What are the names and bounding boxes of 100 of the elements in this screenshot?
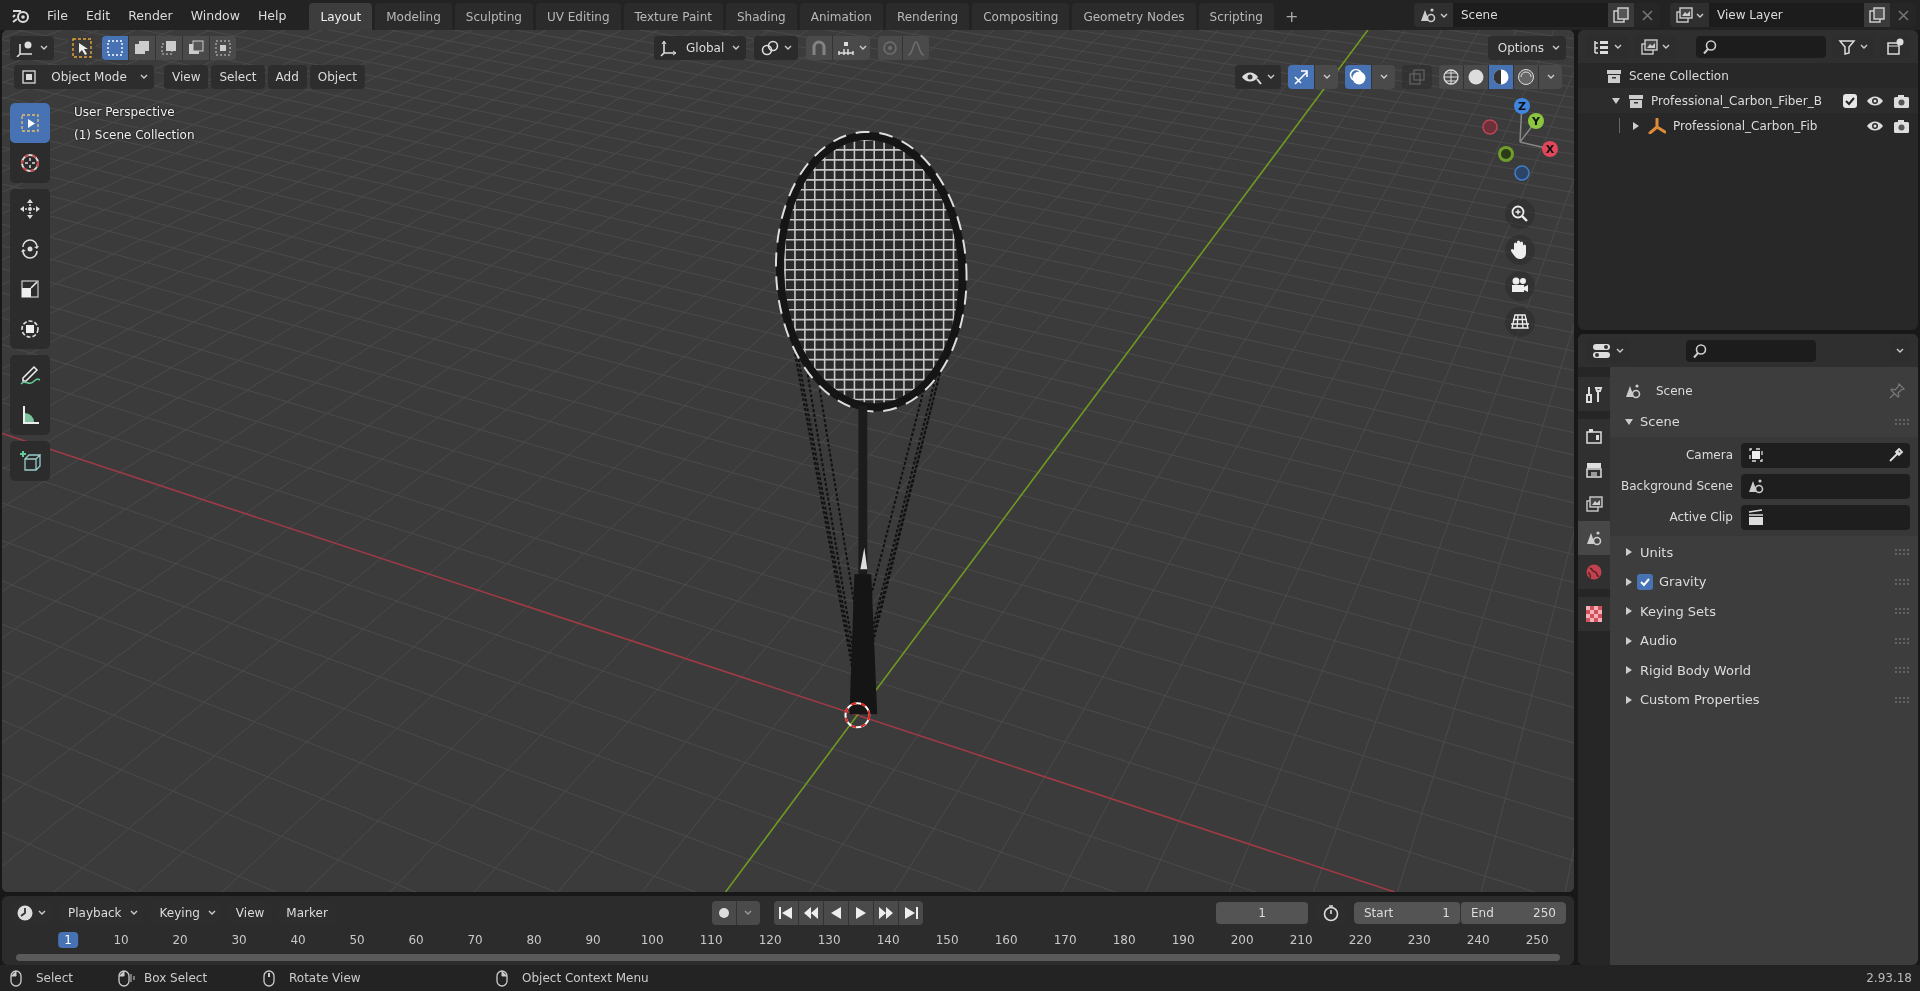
pivot-dropdown[interactable]: [754, 35, 799, 60]
workspace-tab[interactable]: Layout: [309, 3, 373, 30]
workspace-tab[interactable]: UV Editing: [535, 3, 621, 30]
end-frame-field[interactable]: End 250: [1460, 901, 1566, 924]
drag-handle-icon: [1894, 577, 1910, 586]
selection-mode-button[interactable]: [182, 35, 209, 60]
caret-icon: [744, 910, 753, 915]
overlays-toggle[interactable]: [1345, 64, 1371, 89]
panel-header[interactable]: Audio: [1640, 633, 1888, 649]
workspace-tab[interactable]: Geometry Nodes: [1072, 3, 1196, 30]
falloff-dropdown[interactable]: [902, 35, 930, 60]
proportional-edit-toggle[interactable]: [878, 35, 903, 60]
playback-button[interactable]: [822, 900, 848, 925]
xray-toggle[interactable]: [1402, 64, 1432, 89]
tools-icon: [1585, 385, 1603, 403]
scrollbar[interactable]: [16, 954, 1560, 961]
navigation-button[interactable]: [1505, 235, 1535, 265]
properties-tab[interactable]: [1578, 377, 1610, 411]
panel-header[interactable]: Custom Properties: [1640, 692, 1888, 708]
pencil-icon: [19, 364, 41, 386]
selection-mode-button[interactable]: [128, 35, 155, 60]
overlays-dropdown[interactable]: [1371, 64, 1395, 89]
outliner-item[interactable]: Scene Collection: [1629, 68, 1729, 83]
playback-button[interactable]: [773, 900, 798, 925]
wireframe-sphere-icon: [1442, 67, 1460, 86]
clapperboard-icon: [1747, 508, 1765, 526]
drag-handle-icon: [1894, 636, 1910, 645]
duplicate-button[interactable]: [1608, 3, 1634, 27]
selection-mode-button[interactable]: [102, 35, 128, 60]
workspace-tab[interactable]: Scripting: [1198, 3, 1274, 30]
shading-dropdown[interactable]: [1538, 64, 1562, 89]
editor-type-button[interactable]: [10, 35, 54, 60]
panel-header[interactable]: Scene: [1640, 414, 1888, 430]
navigation-button[interactable]: [1505, 271, 1535, 301]
workspace-tab[interactable]: Texture Paint: [623, 3, 723, 30]
add-workspace-button[interactable]: +: [1277, 3, 1307, 30]
menu-item[interactable]: Render: [119, 3, 182, 27]
browse-button[interactable]: [1670, 3, 1709, 27]
selection-mode-button[interactable]: [155, 35, 182, 60]
curve-icon: [906, 38, 927, 57]
record-button[interactable]: [711, 900, 736, 925]
navigation-button[interactable]: [1505, 307, 1535, 337]
exclude-checkbox[interactable]: [1843, 93, 1857, 108]
playback-button[interactable]: [797, 900, 823, 925]
navigation-gizmo[interactable]: X Y Z: [1480, 97, 1560, 187]
workspace-tab[interactable]: Rendering: [885, 3, 970, 30]
property-field[interactable]: [1741, 442, 1910, 468]
panel-header[interactable]: Rigid Body World: [1640, 662, 1888, 678]
workspace-tab[interactable]: Shading: [725, 3, 797, 30]
frame-number: 110: [698, 932, 724, 948]
properties-tab[interactable]: [1578, 521, 1610, 555]
frame-number: 210: [1288, 932, 1314, 948]
workspace-tab[interactable]: Modeling: [375, 3, 452, 30]
search-field[interactable]: [1696, 35, 1826, 58]
properties-tab[interactable]: [1578, 419, 1610, 453]
frame-number: 250: [1524, 932, 1550, 948]
menu-item[interactable]: Window: [181, 3, 249, 27]
start-frame-field[interactable]: Start 1: [1354, 901, 1460, 924]
frame-number: 170: [1052, 932, 1078, 948]
transform-orientation-dropdown[interactable]: Global: [654, 35, 747, 60]
outliner-item[interactable]: Professional_Carbon_Fib: [1673, 118, 1857, 133]
menu-item[interactable]: Help: [248, 3, 296, 27]
playback-button[interactable]: [847, 900, 873, 925]
browse-button[interactable]: [1414, 3, 1453, 27]
navigation-button[interactable]: [1505, 199, 1535, 229]
select-box-icon: [71, 36, 93, 59]
frame-number: 90: [584, 932, 602, 948]
gizmo-toggle[interactable]: [1288, 64, 1314, 89]
shading-mode-button[interactable]: [1513, 64, 1538, 89]
panel-header[interactable]: Gravity: [1659, 574, 1888, 590]
search-field[interactable]: [1686, 339, 1816, 362]
workspace-tab[interactable]: Sculpting: [454, 3, 533, 30]
menu-item[interactable]: File: [38, 3, 77, 27]
menu-item[interactable]: Edit: [76, 3, 120, 27]
playback-button[interactable]: [872, 900, 898, 925]
property-field[interactable]: [1741, 473, 1910, 499]
panel-checkbox[interactable]: [1637, 573, 1653, 590]
shading-mode-button[interactable]: [1439, 64, 1463, 89]
menu-item[interactable]: View: [164, 64, 209, 89]
workspace-tab[interactable]: Compositing: [972, 3, 1070, 30]
panel-header[interactable]: Keying Sets: [1640, 603, 1888, 619]
panel-header[interactable]: Units: [1640, 544, 1888, 560]
current-frame-marker[interactable]: 1: [58, 932, 78, 948]
menu-item[interactable]: Select: [211, 64, 265, 89]
workspace-tab[interactable]: Animation: [799, 3, 883, 30]
snap-target-dropdown[interactable]: [832, 35, 871, 60]
selection-mode-button[interactable]: [209, 35, 236, 60]
playback-button[interactable]: [897, 900, 923, 925]
shading-mode-button[interactable]: [1463, 64, 1488, 89]
visibility-dropdown[interactable]: [1235, 64, 1281, 89]
property-field[interactable]: [1741, 504, 1910, 530]
duplicate-button[interactable]: [1864, 3, 1890, 27]
caret-icon: [1696, 12, 1704, 18]
gizmo-dropdown[interactable]: [1314, 64, 1338, 89]
shading-mode-button[interactable]: [1488, 64, 1513, 89]
snap-toggle[interactable]: [806, 35, 833, 60]
properties-tab[interactable]: [1578, 487, 1610, 521]
mode-dropdown[interactable]: Object Mode: [14, 64, 154, 89]
properties-tab[interactable]: [1578, 597, 1610, 631]
current-frame-field[interactable]: 1: [1216, 901, 1308, 924]
